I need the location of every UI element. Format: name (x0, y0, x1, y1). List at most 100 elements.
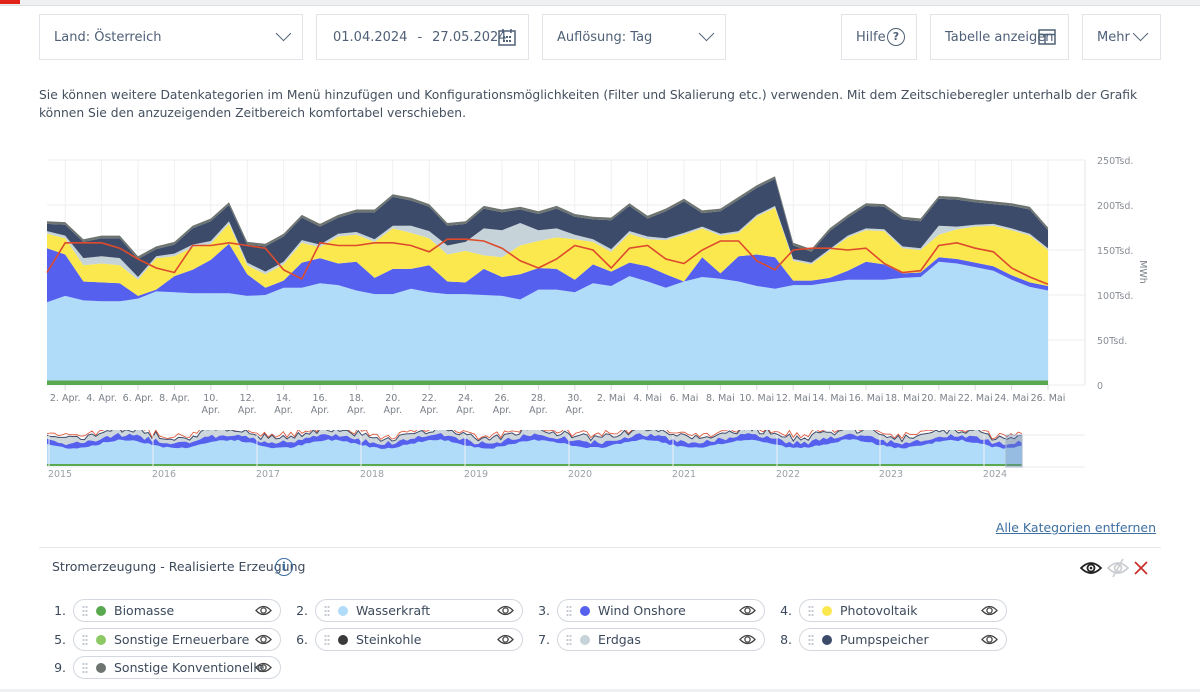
legend-label: Photovoltaik (840, 603, 918, 618)
eye-icon[interactable] (255, 661, 272, 674)
brand-marker (0, 0, 20, 4)
series-color-dot (580, 634, 590, 645)
legend-chip-biomasse[interactable]: Biomasse (73, 599, 281, 622)
browser-top-strip (0, 0, 1200, 6)
drag-handle-icon[interactable] (324, 633, 330, 646)
table-icon (1038, 29, 1056, 45)
x-tick-label: 16. Mai (849, 393, 884, 404)
eye-icon[interactable] (255, 604, 272, 617)
x-tick-label: 20. Mai (921, 393, 956, 404)
legend-chip-pumpspeicher[interactable]: Pumpspeicher (799, 628, 1007, 651)
navigator-area-biomass (47, 464, 1022, 466)
drag-handle-icon[interactable] (324, 604, 330, 617)
legend-chip-photovoltaik[interactable]: Photovoltaik (799, 599, 1007, 622)
x-tick-label: Apr. (456, 405, 475, 416)
legend-number: 4. (780, 603, 792, 618)
legend-chip-wind-onshore[interactable]: Wind Onshore (557, 599, 765, 622)
calendar-icon[interactable] (498, 28, 516, 46)
x-tick-label: 16. (312, 393, 327, 404)
eye-icon[interactable] (497, 633, 514, 646)
series-color-dot (822, 605, 832, 616)
divider (39, 547, 1161, 548)
series-color-dot (580, 605, 590, 616)
navigator-year-label: 2020 (568, 469, 592, 480)
navigator-year-label: 2022 (776, 469, 800, 480)
series-color-dot (96, 662, 106, 673)
remove-all-categories-link[interactable]: Alle Kategorien entfernen (996, 520, 1156, 535)
area-biomasse (47, 380, 1048, 385)
date-to[interactable]: 27.05.2024 (422, 30, 506, 45)
chevron-down-icon (275, 25, 292, 42)
legend-chip-steinkohle[interactable]: Steinkohle (315, 628, 523, 651)
legend-chip-sonstige-konventionelle[interactable]: Sonstige Konventionelle (73, 656, 281, 679)
show-table-label: Tabelle anzeigen (945, 29, 1054, 45)
series-color-dot (822, 634, 832, 645)
y-tick-label: 50Tsd. (1097, 336, 1127, 347)
hide-all-eye-icon[interactable] (1107, 558, 1129, 578)
eye-icon[interactable] (497, 604, 514, 617)
legend-number: 2. (296, 603, 308, 618)
drag-handle-icon[interactable] (566, 604, 572, 617)
x-tick-label: 22. (422, 393, 437, 404)
eye-icon[interactable] (739, 633, 756, 646)
y-tick-label: 250Tsd. (1097, 156, 1133, 167)
x-tick-label: Apr. (566, 405, 585, 416)
drag-handle-icon[interactable] (566, 633, 572, 646)
eye-icon[interactable] (981, 633, 998, 646)
legend-number: 3. (538, 603, 550, 618)
more-dropdown[interactable]: Mehr (1082, 14, 1161, 60)
legend-label: Erdgas (598, 632, 641, 647)
drag-handle-icon[interactable] (808, 633, 814, 646)
country-dropdown[interactable]: Land: Österreich (39, 14, 303, 60)
eye-icon[interactable] (981, 604, 998, 617)
eye-icon[interactable] (255, 633, 272, 646)
x-tick-label: Apr. (420, 405, 439, 416)
y-tick-label: 200Tsd. (1097, 201, 1133, 212)
x-tick-label: 6. Mai (670, 393, 699, 404)
chevron-down-icon (1132, 25, 1149, 42)
help-button[interactable]: Hilfe ? (841, 14, 917, 60)
legend-number: 6. (296, 632, 308, 647)
info-icon[interactable]: i (275, 558, 293, 576)
legend-label: Steinkohle (356, 632, 422, 647)
x-tick-label: 12. Mai (776, 393, 811, 404)
x-tick-label: 4. Mai (633, 393, 662, 404)
y-tick-label: 100Tsd. (1097, 291, 1133, 302)
legend-chip-wasserkraft[interactable]: Wasserkraft (315, 599, 523, 622)
navigator-year-label: 2021 (672, 469, 696, 480)
main-stacked-area-chart[interactable]: 0 50Tsd. 100Tsd. 150Tsd. 200Tsd. 250Tsd. 2. Ap… (0, 150, 1200, 420)
resolution-dropdown[interactable]: Auflösung: Tag (542, 14, 726, 60)
help-label: Hilfe (856, 29, 886, 45)
legend-chip-erdgas[interactable]: Erdgas (557, 628, 765, 651)
navigator-year-label: 2019 (464, 469, 488, 480)
x-tick-label: 10. Mai (739, 393, 774, 404)
series-color-dot (96, 634, 106, 645)
navigator-selection-handle[interactable] (1005, 434, 1023, 468)
drag-handle-icon[interactable] (808, 604, 814, 617)
x-tick-label: Apr. (311, 405, 330, 416)
show-table-button[interactable]: Tabelle anzeigen (930, 14, 1069, 60)
x-tick-label: 26. Mai (1031, 393, 1066, 404)
y-tick-label: 0 (1097, 381, 1103, 392)
date-range-picker[interactable]: 01.04.2024 - 27.05.2024 (316, 14, 529, 60)
time-navigator[interactable]: 2015 2016 2017 2018 2019 2020 2021 2022 2023 2024 (0, 430, 1200, 482)
drag-handle-icon[interactable] (82, 633, 88, 646)
eye-icon[interactable] (739, 604, 756, 617)
x-tick-label: 14. Mai (812, 393, 847, 404)
more-label: Mehr (1097, 29, 1130, 45)
x-tick-label: Apr. (347, 405, 366, 416)
date-from[interactable]: 01.04.2024 (317, 30, 407, 45)
drag-handle-icon[interactable] (82, 604, 88, 617)
chevron-down-icon (698, 25, 715, 42)
navigator-year-label: 2018 (360, 469, 384, 480)
x-tick-label: 10. (203, 393, 218, 404)
resolution-label: Auflösung: Tag (557, 29, 653, 45)
legend-chip-sonstige-erneuerbare[interactable]: Sonstige Erneuerbare (73, 628, 281, 651)
show-all-eye-icon[interactable] (1080, 560, 1102, 576)
x-tick-label: 28. (531, 393, 546, 404)
country-label: Land: Österreich (54, 29, 162, 45)
remove-category-close-icon[interactable] (1134, 561, 1148, 575)
legend-label: Pumpspeicher (840, 632, 929, 647)
x-tick-label: 18. Mai (885, 393, 920, 404)
drag-handle-icon[interactable] (82, 661, 88, 674)
